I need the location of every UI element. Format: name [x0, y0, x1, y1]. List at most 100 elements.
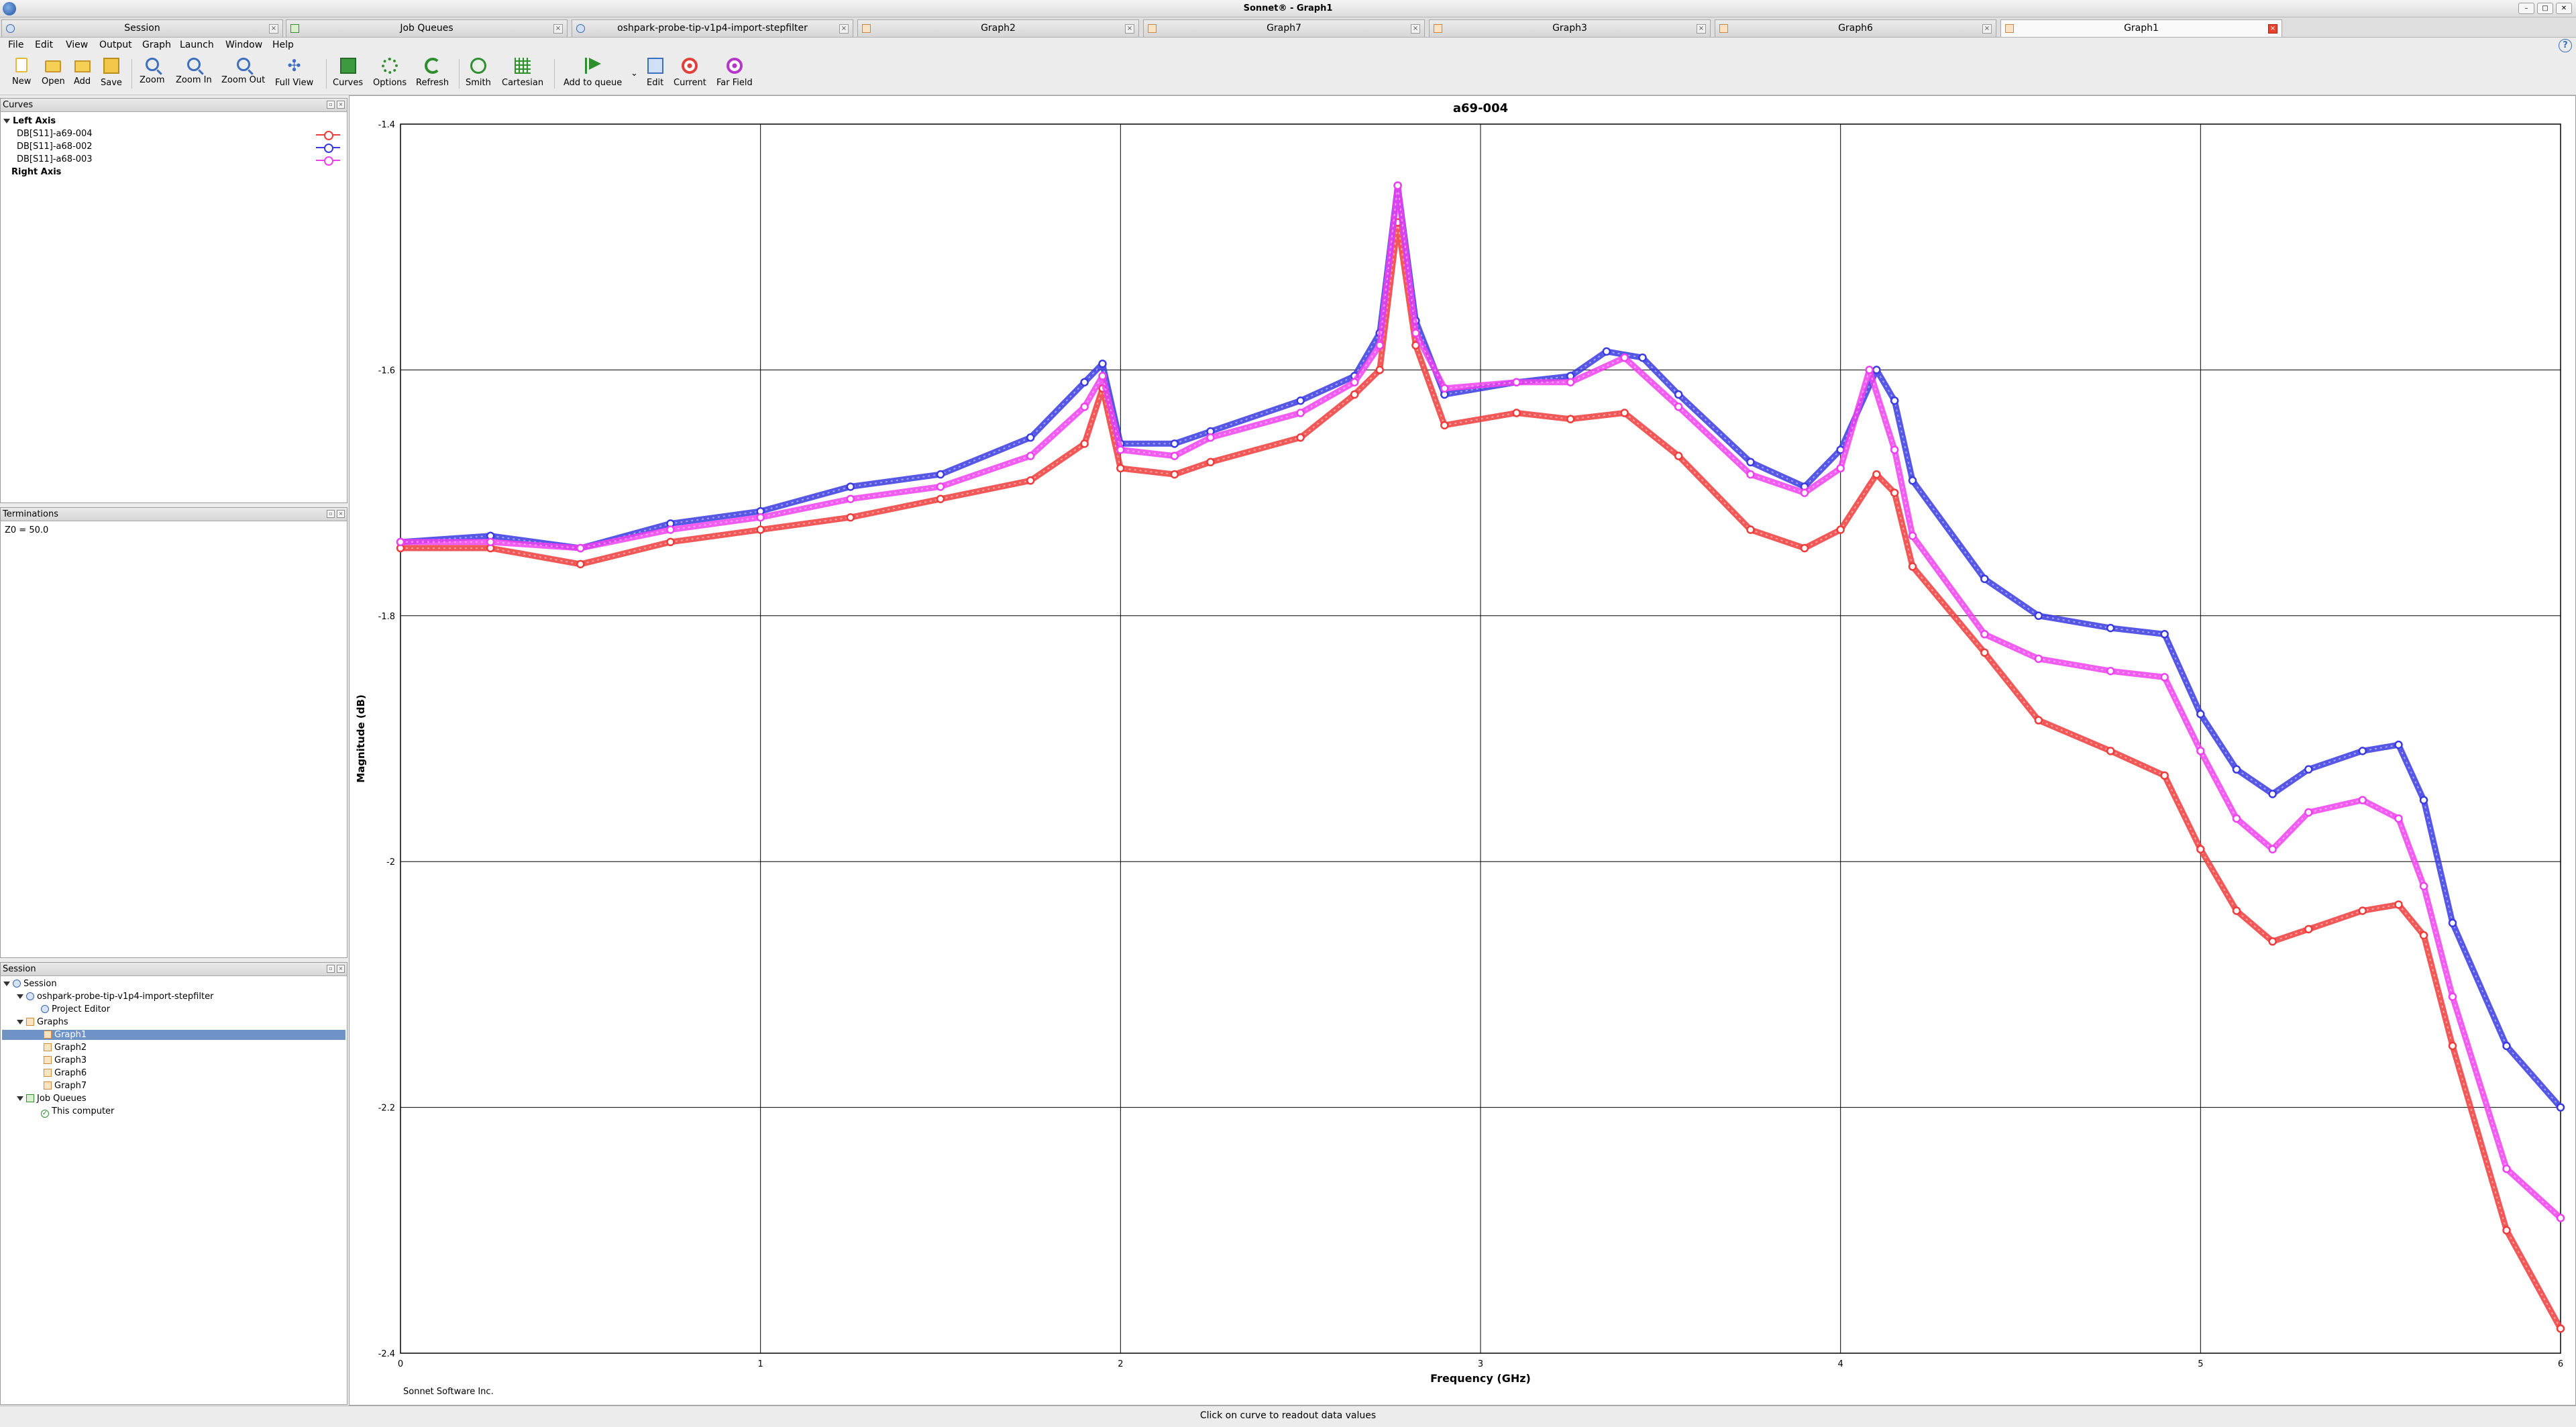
data-point[interactable] [2394, 814, 2403, 823]
data-point[interactable] [1116, 445, 1125, 454]
data-point[interactable] [576, 543, 585, 553]
data-point[interactable] [1674, 452, 1683, 460]
panel-float-icon[interactable]: ▫ [327, 510, 335, 518]
graph-node-graph6[interactable]: Graph6 [44, 1068, 87, 1078]
tab-close-icon[interactable]: × [1411, 24, 1420, 34]
graph-node-graph7[interactable]: Graph7 [44, 1081, 87, 1091]
data-point[interactable] [2394, 740, 2403, 749]
menu-launch[interactable]: Launch [180, 40, 214, 50]
tab-close-icon[interactable]: × [839, 24, 849, 34]
expand-toggle-icon[interactable] [3, 119, 10, 123]
new-button[interactable]: New [12, 58, 31, 87]
curves-button[interactable]: Curves [333, 58, 363, 88]
tab-graph2[interactable]: Graph2 × [857, 19, 1139, 37]
add-button[interactable]: Add [74, 58, 91, 87]
tab-close-icon[interactable]: × [1697, 24, 1706, 34]
tab-project[interactable]: oshpark-probe-tip-v1p4-import-stepfilter… [572, 19, 853, 37]
full-view-button[interactable]: ✣ Full View [275, 58, 313, 88]
this-computer-node[interactable]: ✓ This computer [41, 1106, 114, 1118]
data-point[interactable] [2448, 1041, 2457, 1051]
data-point[interactable] [2196, 710, 2205, 719]
data-point[interactable] [1440, 384, 1449, 393]
data-point[interactable] [1098, 372, 1107, 380]
data-point[interactable] [2448, 992, 2457, 1001]
add-to-queue-dropdown[interactable]: ⌄ [631, 68, 638, 78]
zoom-out-button[interactable]: Zoom Out [221, 58, 265, 85]
data-point[interactable] [1440, 421, 1449, 430]
left-axis-node[interactable]: Left Axis [3, 116, 56, 126]
data-point[interactable] [2556, 1103, 2565, 1112]
data-point[interactable] [756, 525, 765, 534]
data-point[interactable] [2034, 611, 2043, 621]
data-point[interactable] [1350, 378, 1359, 386]
data-point[interactable] [2106, 747, 2115, 755]
data-point[interactable] [1206, 458, 1215, 467]
menu-help[interactable]: Help [272, 40, 294, 50]
data-point[interactable] [2556, 1324, 2565, 1333]
tab-close-icon[interactable]: × [1125, 24, 1134, 34]
data-point[interactable] [1800, 488, 1809, 497]
data-point[interactable] [2358, 796, 2367, 804]
data-point[interactable] [2034, 654, 2043, 664]
data-point[interactable] [1872, 470, 1881, 479]
data-point[interactable] [2304, 808, 2313, 817]
graph-node-graph3[interactable]: Graph3 [44, 1055, 87, 1065]
current-button[interactable]: Current [674, 58, 706, 88]
data-point[interactable] [2160, 673, 2169, 682]
data-point[interactable] [2232, 765, 2241, 774]
data-point[interactable] [1296, 433, 1305, 442]
data-point[interactable] [2502, 1041, 2511, 1051]
project-editor-node[interactable]: Project Editor [41, 1004, 110, 1014]
data-point[interactable] [1170, 439, 1179, 448]
data-point[interactable] [846, 482, 855, 491]
tab-close-icon[interactable]: × [1982, 24, 1992, 34]
data-point[interactable] [2419, 882, 2428, 891]
open-button[interactable]: Open [42, 58, 65, 87]
data-point[interactable] [1620, 409, 1629, 417]
data-point[interactable] [2196, 747, 2205, 755]
data-point[interactable] [1836, 525, 1845, 534]
data-point[interactable] [1512, 378, 1521, 386]
data-point[interactable] [1411, 329, 1420, 337]
data-point[interactable] [1566, 378, 1575, 386]
tab-close-icon[interactable]: × [2268, 24, 2277, 34]
data-point[interactable] [756, 513, 765, 522]
far-field-button[interactable]: Far Field [716, 58, 753, 88]
data-point[interactable] [2232, 814, 2241, 823]
data-point[interactable] [1296, 396, 1305, 405]
curve-item-a69-004[interactable]: DB[S11]-a69-004 [17, 129, 345, 140]
data-point[interactable] [1350, 390, 1359, 399]
panel-close-icon[interactable]: × [337, 965, 345, 973]
menu-edit[interactable]: Edit [35, 40, 53, 50]
data-point[interactable] [576, 560, 585, 569]
data-point[interactable] [2106, 666, 2115, 676]
data-point[interactable] [1080, 439, 1089, 448]
data-point[interactable] [1908, 476, 1917, 485]
data-point[interactable] [396, 537, 405, 547]
data-point[interactable] [2034, 716, 2043, 725]
data-point[interactable] [1512, 409, 1521, 417]
refresh-button[interactable]: Refresh [416, 58, 449, 88]
data-point[interactable] [666, 525, 675, 534]
data-point[interactable] [2196, 845, 2205, 854]
data-point[interactable] [1098, 359, 1107, 368]
tab-graph1[interactable]: Graph1 × [2000, 19, 2282, 37]
data-point[interactable] [936, 482, 945, 491]
data-point[interactable] [1872, 366, 1881, 374]
data-point[interactable] [2160, 630, 2169, 639]
data-point[interactable] [1620, 353, 1629, 362]
zoom-button[interactable]: Zoom [140, 58, 164, 85]
panel-float-icon[interactable]: ▫ [327, 101, 335, 109]
data-point[interactable] [1980, 648, 1989, 657]
data-point[interactable] [2304, 765, 2313, 774]
data-point[interactable] [1746, 458, 1755, 467]
menu-view[interactable]: View [66, 40, 88, 50]
panel-close-icon[interactable]: × [337, 510, 345, 518]
data-point[interactable] [1375, 341, 1384, 350]
data-point[interactable] [936, 494, 945, 504]
data-point[interactable] [1026, 452, 1035, 460]
data-point[interactable] [2232, 906, 2241, 915]
data-point[interactable] [666, 537, 675, 547]
data-point[interactable] [2268, 937, 2277, 946]
data-point[interactable] [1865, 366, 1874, 374]
